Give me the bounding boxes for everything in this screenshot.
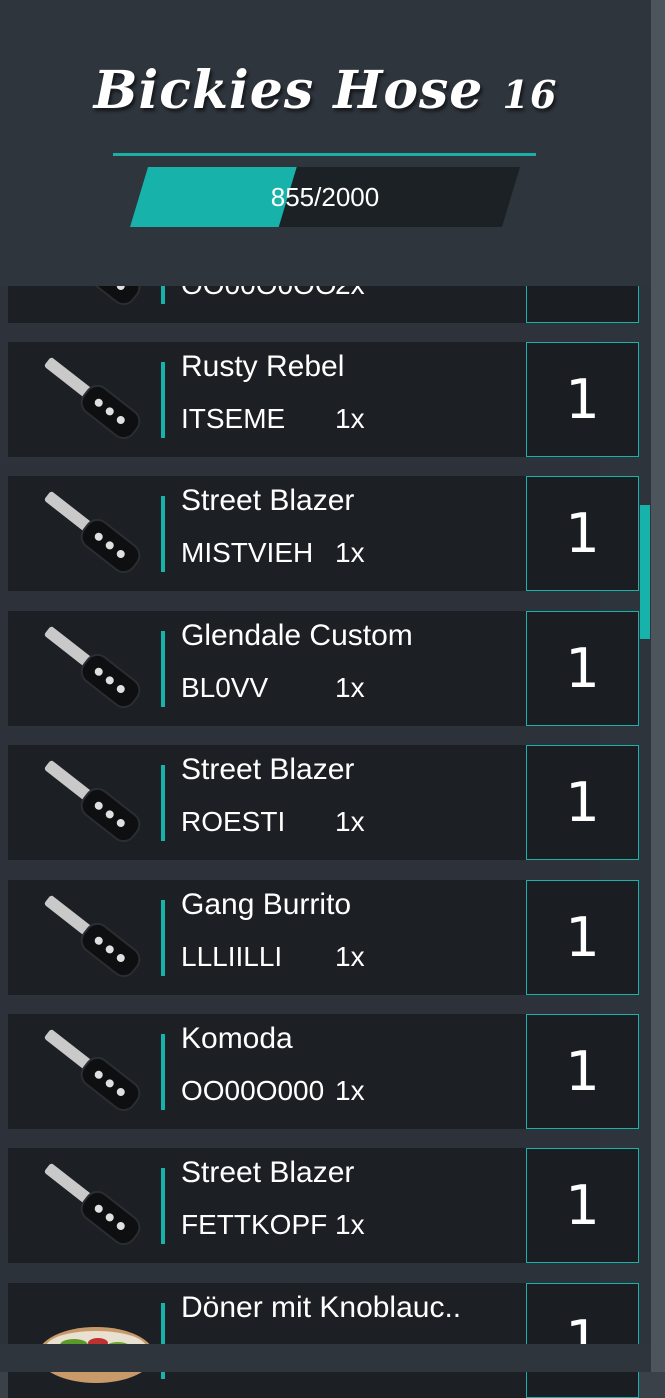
item-plate: FETTKOPF (181, 1209, 328, 1240)
item-name: Gang Burrito (181, 888, 352, 921)
scrollbar-thumb[interactable] (640, 505, 650, 639)
title-main: Bickies Hose (93, 60, 484, 121)
item-qty: 1x (335, 806, 365, 837)
car-key-icon (44, 760, 141, 843)
item-plate: ROESTI (181, 806, 286, 837)
row-separator (161, 362, 165, 438)
title-number: 16 (502, 72, 558, 117)
item-name: Rusty Rebel (181, 350, 345, 383)
list-item[interactable]: Street Blazer MISTVIEH 1x 1 (8, 476, 639, 591)
item-qty: 1x (335, 1075, 365, 1106)
list-item[interactable]: Street Blazer ROESTI 1x 1 (8, 745, 639, 860)
item-qty: 1x (335, 1209, 365, 1240)
item-plate: MISTVIEH (181, 537, 314, 568)
car-key-icon (44, 1029, 141, 1112)
item-name: Komoda (181, 1022, 293, 1055)
item-count-slot[interactable]: 1 (526, 611, 639, 726)
row-separator (161, 900, 165, 976)
inventory-header: Bickies Hose 16 855/2000 (0, 0, 651, 286)
item-name: Street Blazer (181, 1156, 355, 1189)
item-count-slot[interactable]: 1 (526, 745, 639, 860)
car-key-icon (44, 895, 141, 978)
car-key-icon (44, 1163, 141, 1246)
list-item[interactable]: Street Blazer FETTKOPF 1x 1 (8, 1148, 639, 1263)
item-count-slot[interactable]: 1 (526, 1148, 639, 1263)
item-qty: 1x (335, 537, 365, 568)
item-count-slot[interactable]: 1 (526, 342, 639, 457)
item-name: Street Blazer (181, 753, 355, 786)
item-plate: ITSEME (181, 403, 286, 434)
item-name: Döner mit Knoblauc.. (181, 1291, 462, 1324)
car-key-icon (44, 491, 141, 574)
car-key-icon (44, 357, 141, 440)
car-key-icon (44, 626, 141, 709)
scrollbar-track[interactable] (651, 0, 665, 1372)
doner-icon (38, 1327, 154, 1383)
list-item[interactable]: Döner mit Knoblauc.. 1 (8, 1283, 639, 1398)
item-plate: LLLIILLI (181, 941, 283, 972)
item-count-slot[interactable]: 1 (526, 476, 639, 591)
item-count-slot[interactable]: 1 (526, 1283, 639, 1398)
row-separator (161, 496, 165, 572)
list-item[interactable]: Komoda OO00O000 1x 1 (8, 1014, 639, 1129)
item-qty: 1x (335, 672, 365, 703)
inventory-title: Bickies Hose 16 (0, 60, 651, 121)
title-underline (113, 153, 536, 156)
item-plate: OO00O000 (181, 1075, 325, 1106)
item-qty: 1x (335, 941, 365, 972)
row-separator (161, 631, 165, 707)
item-name: Glendale Custom (181, 619, 413, 652)
row-separator (161, 1168, 165, 1244)
item-qty: 1x (335, 403, 365, 434)
row-separator (161, 1034, 165, 1110)
bottom-edge (0, 1344, 651, 1372)
list-item[interactable]: Gang Burrito LLLIILLI 1x 1 (8, 880, 639, 995)
capacity-bar: 855/2000 (130, 167, 520, 227)
item-plate: BL0VV (181, 672, 269, 703)
row-separator (161, 765, 165, 841)
item-name: Street Blazer (181, 484, 355, 517)
list-item[interactable]: Glendale Custom BL0VV 1x 1 (8, 611, 639, 726)
list-item[interactable]: Rusty Rebel ITSEME 1x 1 (8, 342, 639, 457)
item-count-slot[interactable]: 1 (526, 880, 639, 995)
item-count-slot[interactable]: 1 (526, 1014, 639, 1129)
capacity-label: 855/2000 (270, 182, 380, 212)
